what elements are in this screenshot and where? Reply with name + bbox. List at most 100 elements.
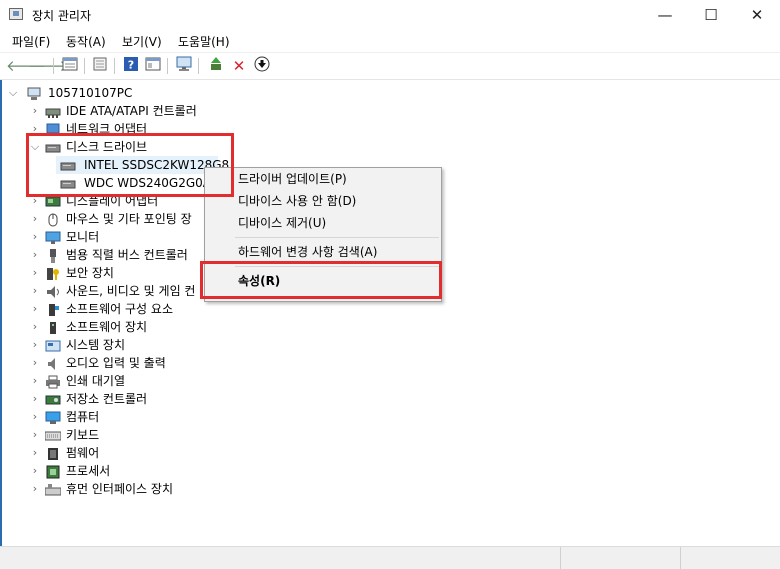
tree-item-label: 컴퓨터 — [66, 410, 100, 424]
resource-view-icon[interactable] — [90, 56, 110, 76]
expand-chevron-icon[interactable]: › — [30, 462, 40, 480]
view-list-icon[interactable] — [143, 56, 163, 76]
tree-item-ide[interactable]: › IDE ATA/ATAPI 컨트롤러 — [8, 102, 308, 120]
properties-view-icon[interactable] — [60, 56, 80, 76]
expand-chevron-icon[interactable]: › — [30, 246, 40, 264]
highlight-box-properties — [200, 261, 442, 299]
back-icon[interactable]: 🡐 — [6, 56, 46, 76]
download-circle-icon[interactable] — [252, 56, 272, 76]
status-divider — [560, 547, 561, 569]
expand-chevron-icon[interactable]: › — [30, 318, 40, 336]
tree-item-label: 사운드, 비디오 및 게임 컨 — [66, 284, 196, 298]
computer-root-icon — [26, 87, 42, 100]
tree-item-computer[interactable]: › 컴퓨터 — [8, 408, 308, 426]
expand-chevron-icon[interactable]: › — [30, 480, 40, 498]
toolbar-separator — [84, 58, 85, 74]
ide-controller-icon — [45, 105, 61, 118]
toolbar-separator — [167, 58, 168, 74]
expand-chevron-icon[interactable]: › — [30, 264, 40, 282]
toolbar-separator — [198, 58, 199, 74]
tree-item-label: 저장소 컨트롤러 — [66, 392, 148, 406]
tree-item-processor[interactable]: › 프로세서 — [8, 462, 308, 480]
tree-item-label: 키보드 — [66, 428, 100, 442]
status-divider — [680, 547, 681, 569]
toolbar: 🡐 🡒 ? ✕ — [0, 52, 780, 80]
context-item-label: 디바이스 제거(U) — [238, 216, 327, 230]
computer-icon — [45, 411, 61, 424]
menu-action[interactable]: 동작(A) — [66, 33, 106, 50]
root-computer-label: 105710107PC — [48, 86, 133, 100]
context-separator — [235, 237, 439, 238]
expand-chevron-icon[interactable]: › — [30, 426, 40, 444]
tree-item-label: 소프트웨어 구성 요소 — [66, 302, 173, 316]
expand-chevron-icon[interactable]: › — [30, 210, 40, 228]
expand-chevron-icon[interactable]: › — [30, 390, 40, 408]
tree-item-keyboard[interactable]: › 키보드 — [8, 426, 308, 444]
expand-chevron-icon[interactable]: › — [30, 102, 40, 120]
expand-chevron-icon[interactable]: › — [30, 354, 40, 372]
menu-bar: 파일(F) 동작(A) 보기(V) 도움말(H) — [0, 30, 780, 51]
tree-item-storage-controllers[interactable]: › 저장소 컨트롤러 — [8, 390, 308, 408]
scan-monitor-icon[interactable] — [174, 56, 194, 76]
menu-view[interactable]: 보기(V) — [122, 33, 162, 50]
collapse-chevron-icon[interactable]: ⌵ — [8, 84, 18, 102]
minimize-button[interactable]: — — [642, 0, 688, 30]
window-title: 장치 관리자 — [32, 9, 92, 23]
close-button[interactable]: ✕ — [734, 0, 780, 30]
tree-item-label: 프로세서 — [66, 464, 111, 478]
tree-item-software-components[interactable]: › 소프트웨어 구성 요소 — [8, 300, 308, 318]
context-update-driver[interactable]: 드라이버 업데이트(P) — [205, 168, 441, 190]
title-bar: 장치 관리자 — ☐ ✕ — [0, 0, 780, 30]
tree-item-label: 범용 직렬 버스 컨트롤러 — [66, 248, 188, 262]
tree-item-firmware[interactable]: › 펌웨어 — [8, 444, 308, 462]
device-manager-app-icon — [9, 8, 23, 20]
expand-chevron-icon[interactable]: › — [30, 444, 40, 462]
tree-item-label: 시스템 장치 — [66, 338, 126, 352]
tree-item-label: 인쇄 대기열 — [66, 374, 126, 388]
maximize-button[interactable]: ☐ — [688, 0, 734, 30]
status-bar — [0, 546, 780, 569]
svg-text:?: ? — [128, 59, 134, 72]
firmware-icon — [45, 447, 61, 460]
expand-chevron-icon[interactable]: › — [30, 336, 40, 354]
remove-device-icon[interactable]: ✕ — [229, 56, 249, 76]
tree-item-label: 펌웨어 — [66, 446, 100, 460]
tree-item-hid[interactable]: › 휴먼 인터페이스 장치 — [8, 480, 308, 498]
context-item-label: 디바이스 사용 안 함(D) — [238, 194, 357, 208]
forward-icon[interactable]: 🡒 — [28, 56, 68, 76]
monitor-icon — [45, 231, 61, 244]
audio-io-icon — [45, 357, 61, 370]
software-device-icon — [45, 321, 61, 334]
tree-item-label: 보안 장치 — [66, 266, 114, 280]
menu-file[interactable]: 파일(F) — [12, 33, 50, 50]
tree-item-audio-io[interactable]: › 오디오 입력 및 출력 — [8, 354, 308, 372]
tree-item-label: 오디오 입력 및 출력 — [66, 356, 166, 370]
highlight-box-disk-drives — [26, 133, 234, 197]
system-device-icon — [45, 339, 61, 352]
tree-item-print-queue[interactable]: › 인쇄 대기열 — [8, 372, 308, 390]
context-uninstall-device[interactable]: 디바이스 제거(U) — [205, 212, 441, 234]
tree-item-software-devices[interactable]: › 소프트웨어 장치 — [8, 318, 308, 336]
toolbar-separator — [114, 58, 115, 74]
tree-item-label: 소프트웨어 장치 — [66, 320, 148, 334]
tree-item-label: IDE ATA/ATAPI 컨트롤러 — [66, 104, 197, 118]
expand-chevron-icon[interactable]: › — [30, 408, 40, 426]
menu-help[interactable]: 도움말(H) — [178, 33, 230, 50]
tree-root[interactable]: ⌵ 105710107PC — [8, 84, 308, 102]
tree-item-label: 마우스 및 기타 포인팅 장 — [66, 212, 192, 226]
tree-item-label: 휴먼 인터페이스 장치 — [66, 482, 173, 496]
toolbar-separator — [53, 58, 54, 74]
help-icon[interactable]: ? — [121, 56, 141, 76]
expand-chevron-icon[interactable]: › — [30, 228, 40, 246]
update-driver-icon[interactable] — [206, 56, 226, 76]
hid-icon — [44, 483, 62, 496]
expand-chevron-icon[interactable]: › — [30, 282, 40, 300]
processor-icon — [45, 465, 61, 479]
expand-chevron-icon[interactable]: › — [30, 372, 40, 390]
context-item-label: 하드웨어 변경 사항 검색(A) — [238, 245, 378, 259]
expand-chevron-icon[interactable]: › — [30, 300, 40, 318]
usb-icon — [45, 249, 61, 263]
context-disable-device[interactable]: 디바이스 사용 안 함(D) — [205, 190, 441, 212]
context-scan-hardware[interactable]: 하드웨어 변경 사항 검색(A) — [205, 241, 441, 263]
tree-item-system-devices[interactable]: › 시스템 장치 — [8, 336, 308, 354]
